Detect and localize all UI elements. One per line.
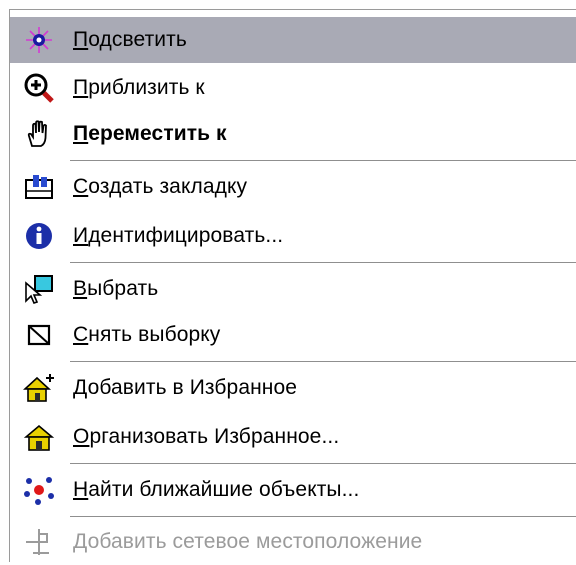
menu-item-label: Добавить сетевое местоположение xyxy=(73,530,423,553)
select-features-icon xyxy=(23,273,55,305)
menu-item-label: Найти ближайшие объекты... xyxy=(73,478,360,501)
menu-item-label: Переместить к xyxy=(73,122,227,145)
nearby-features-dots-icon xyxy=(23,474,55,506)
network-location-icon xyxy=(23,526,55,558)
clear-selection-icon xyxy=(23,319,55,351)
menu-item-add-network-location: Добавить сетевое местоположение xyxy=(10,519,576,565)
sparkle-icon xyxy=(23,24,55,56)
menu-item-find-nearby[interactable]: Найти ближайшие объекты... xyxy=(10,467,576,513)
menu-item-label: Снять выборку xyxy=(73,323,221,346)
menu-separator xyxy=(70,361,576,363)
pan-hand-icon xyxy=(23,118,55,150)
menu-item-pan-to[interactable]: Переместить к xyxy=(10,111,576,157)
menu-item-identify[interactable]: Идентифицировать... xyxy=(10,213,576,259)
info-icon xyxy=(23,220,55,252)
menu-item-label: Создать закладку xyxy=(73,175,248,198)
menu-item-label: Приблизить к xyxy=(73,76,205,99)
menu-item-select[interactable]: Выбрать xyxy=(10,266,576,312)
menu-item-label: Организовать Избранное... xyxy=(73,425,340,448)
menu-item-label: Выбрать xyxy=(73,277,159,300)
menu-item-highlight[interactable]: Подсветить xyxy=(10,17,576,63)
menu-item-label: Добавить в Избранное xyxy=(73,376,298,399)
menu-item-label: Идентифицировать... xyxy=(73,224,284,247)
menu-item-clear-selection[interactable]: Снять выборку xyxy=(10,312,576,358)
menu-item-organize-favorites[interactable]: Организовать Избранное... xyxy=(10,414,576,460)
bookmark-icon xyxy=(23,171,55,203)
menu-item-create-bookmark[interactable]: Создать закладку xyxy=(10,164,576,210)
zoom-in-icon xyxy=(23,72,55,104)
menu-separator xyxy=(70,516,576,518)
add-favorite-house-icon xyxy=(23,372,55,404)
menu-item-add-favorite[interactable]: Добавить в Избранное xyxy=(10,365,576,411)
menu-separator xyxy=(70,160,576,162)
context-menu: Подсветить Приблизить к Переместить к Со… xyxy=(9,9,576,562)
menu-separator xyxy=(70,463,576,465)
menu-item-label: Подсветить xyxy=(73,28,187,51)
menu-separator xyxy=(70,262,576,264)
menu-item-zoom-to[interactable]: Приблизить к xyxy=(10,65,576,111)
organize-favorites-house-icon xyxy=(23,421,55,453)
